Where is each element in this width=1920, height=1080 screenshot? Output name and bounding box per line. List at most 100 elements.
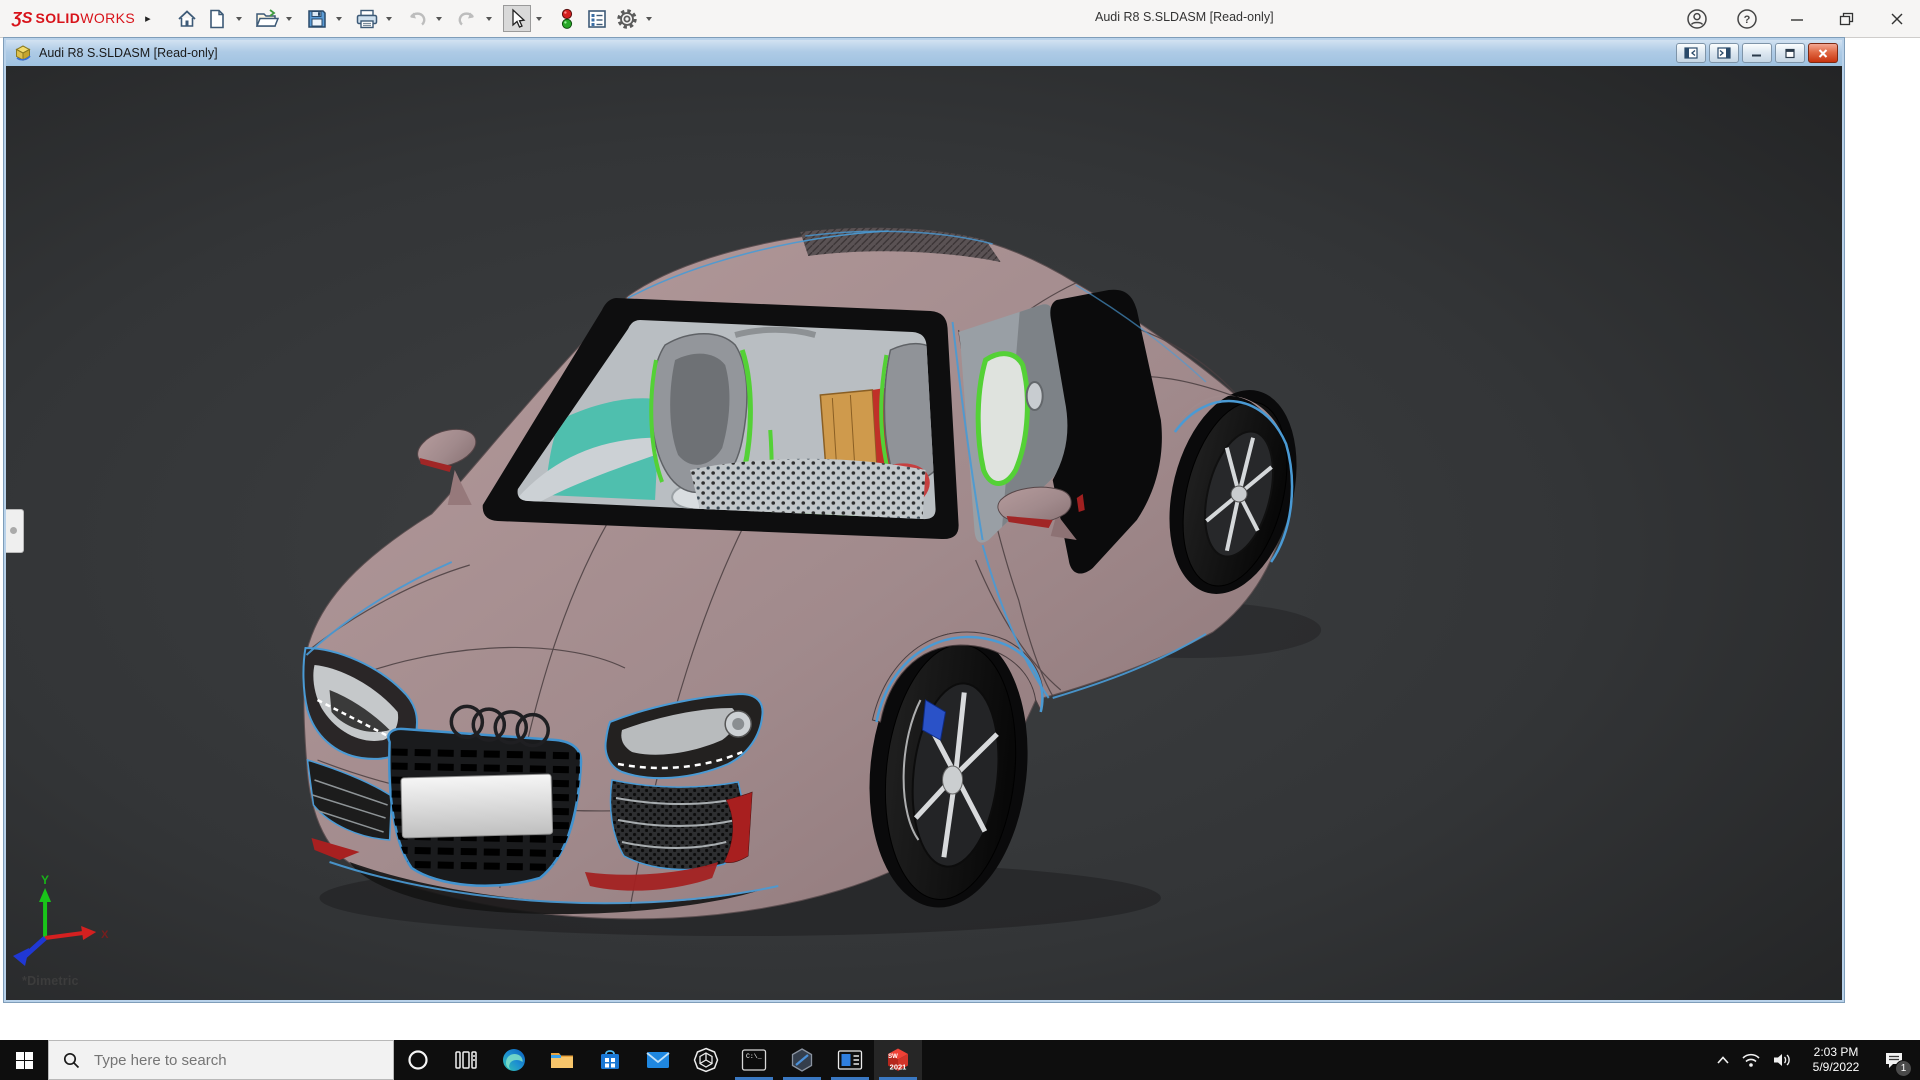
print-button[interactable] <box>353 5 381 32</box>
collapse-left-pane-button[interactable] <box>1676 43 1706 63</box>
select-tool-dropdown[interactable] <box>533 5 545 32</box>
model-canvas[interactable]: Y X <box>6 66 1842 1000</box>
minimize-icon <box>1791 18 1803 21</box>
windows-logo-icon <box>15 1051 33 1069</box>
toolbar-flyout-arrow[interactable]: ▸ <box>145 12 151 25</box>
undo-button[interactable] <box>403 5 431 32</box>
status-strip <box>0 1003 1920 1040</box>
traffic-light-icon <box>561 8 572 29</box>
restore-doc-icon <box>1785 48 1795 58</box>
rebuild-button[interactable] <box>553 5 581 32</box>
minimize-button[interactable] <box>1784 6 1810 32</box>
taskbar: C:\_ SW <box>0 1040 1920 1080</box>
tray-time: 2:03 PM <box>1813 1045 1859 1059</box>
home-icon <box>178 9 196 27</box>
wifi-icon <box>1742 1053 1760 1067</box>
quick-access-toolbar <box>173 5 661 32</box>
task-view-button[interactable] <box>442 1040 490 1080</box>
redo-dropdown[interactable] <box>483 5 495 32</box>
close-app-button[interactable] <box>1884 6 1910 32</box>
undo-dropdown[interactable] <box>433 5 445 32</box>
triad-y-label: Y <box>41 873 49 887</box>
settings-button[interactable] <box>613 5 641 32</box>
close-doc-icon <box>1818 48 1828 58</box>
minimize-doc-icon <box>1752 54 1761 57</box>
app-title: Audi R8 S.SLDASM [Read-only] <box>1095 10 1274 24</box>
search-input[interactable] <box>92 1050 366 1070</box>
open-dropdown[interactable] <box>283 5 295 32</box>
settings-dropdown[interactable] <box>643 5 655 32</box>
view-orientation-label: *Dimetric <box>22 974 79 988</box>
save-button[interactable] <box>303 5 331 32</box>
screen: ƷS SOLID WORKS ▸ Audi R8 S.SLDASM [Read-… <box>0 0 1920 1080</box>
system-tray: 2:03 PM 5/9/2022 1 <box>1710 1040 1920 1080</box>
cortana-button[interactable] <box>394 1040 442 1080</box>
right-lower-intake <box>609 779 753 871</box>
gear-icon <box>616 8 637 29</box>
task-view-icon <box>455 1051 477 1069</box>
document-titlebar[interactable]: Audi R8 S.SLDASM [Read-only] <box>6 40 1842 66</box>
properties-list-icon <box>587 9 606 28</box>
speaker-icon <box>1774 1054 1790 1066</box>
print-dropdown[interactable] <box>383 5 395 32</box>
new-document-dropdown[interactable] <box>233 5 245 32</box>
file-explorer-icon <box>551 1053 573 1068</box>
close-icon <box>1891 13 1903 24</box>
document-window: Audi R8 S.SLDASM [Read-only] Y X *Dimetr… <box>3 37 1845 1003</box>
pane-right-icon <box>1717 47 1731 59</box>
mail-icon <box>646 1052 670 1068</box>
taskbar-mail-button[interactable] <box>634 1040 682 1080</box>
redo-icon <box>458 11 474 25</box>
options-list-button[interactable] <box>583 5 611 32</box>
help-icon: ? <box>1737 8 1757 29</box>
app-titlebar: ƷS SOLID WORKS ▸ Audi R8 S.SLDASM [Read-… <box>0 0 1920 38</box>
restore-icon <box>1839 12 1854 25</box>
front-grille <box>387 727 583 887</box>
license-plate <box>400 773 554 839</box>
tray-network-button[interactable] <box>1736 1040 1766 1080</box>
tray-date: 5/9/2022 <box>1812 1060 1860 1074</box>
taskbar-3d-viewer-button[interactable] <box>682 1040 730 1080</box>
tray-clock[interactable]: 2:03 PM 5/9/2022 <box>1798 1045 1874 1075</box>
window-controls: ? <box>1684 0 1910 37</box>
minimize-document-button[interactable] <box>1742 43 1772 63</box>
solidworks-2021-icon: SW 2021 <box>888 1048 908 1072</box>
tray-volume-button[interactable] <box>1766 1040 1798 1080</box>
taskbar-edrawings-button[interactable] <box>778 1040 826 1080</box>
select-tool-button[interactable] <box>502 5 531 32</box>
select-arrow-icon <box>512 8 526 28</box>
tray-overflow-chevron[interactable] <box>1710 1040 1736 1080</box>
help-button[interactable]: ? <box>1734 6 1760 32</box>
taskbar-file-explorer-button[interactable] <box>538 1040 586 1080</box>
save-dropdown[interactable] <box>333 5 345 32</box>
feature-tree-collapsed-tab[interactable] <box>6 509 24 553</box>
print-icon <box>356 9 377 28</box>
taskbar-command-prompt-button[interactable]: C:\_ <box>730 1040 778 1080</box>
taskbar-media-player-button[interactable] <box>826 1040 874 1080</box>
taskbar-store-button[interactable] <box>586 1040 634 1080</box>
taskbar-solidworks-button[interactable]: SW 2021 <box>874 1040 922 1080</box>
document-window-buttons <box>1676 43 1838 63</box>
home-button[interactable] <box>173 5 201 32</box>
account-button[interactable] <box>1684 6 1710 32</box>
cmd-prompt-glyph: C:\_ <box>746 1053 762 1060</box>
taskbar-search[interactable] <box>48 1040 394 1080</box>
restore-button[interactable] <box>1834 6 1860 32</box>
store-icon <box>601 1050 619 1069</box>
model-viewport[interactable]: Y X *Dimetric <box>6 66 1842 1000</box>
start-button[interactable] <box>0 1040 48 1080</box>
action-center-button[interactable]: 1 <box>1874 1040 1914 1080</box>
redo-button[interactable] <box>453 5 481 32</box>
close-document-button[interactable] <box>1808 43 1838 63</box>
solidworks-logo-mark: ƷS <box>12 9 33 27</box>
collapse-right-pane-button[interactable] <box>1709 43 1739 63</box>
new-document-button[interactable] <box>203 5 231 32</box>
save-icon <box>307 9 326 28</box>
taskbar-edge-button[interactable] <box>490 1040 538 1080</box>
sw-letters: SW <box>888 1054 898 1060</box>
open-button[interactable] <box>253 5 281 32</box>
collapsed-tab-grip <box>10 527 17 534</box>
account-icon <box>1687 8 1707 29</box>
media-player-icon <box>837 1050 863 1070</box>
restore-document-button[interactable] <box>1775 43 1805 63</box>
